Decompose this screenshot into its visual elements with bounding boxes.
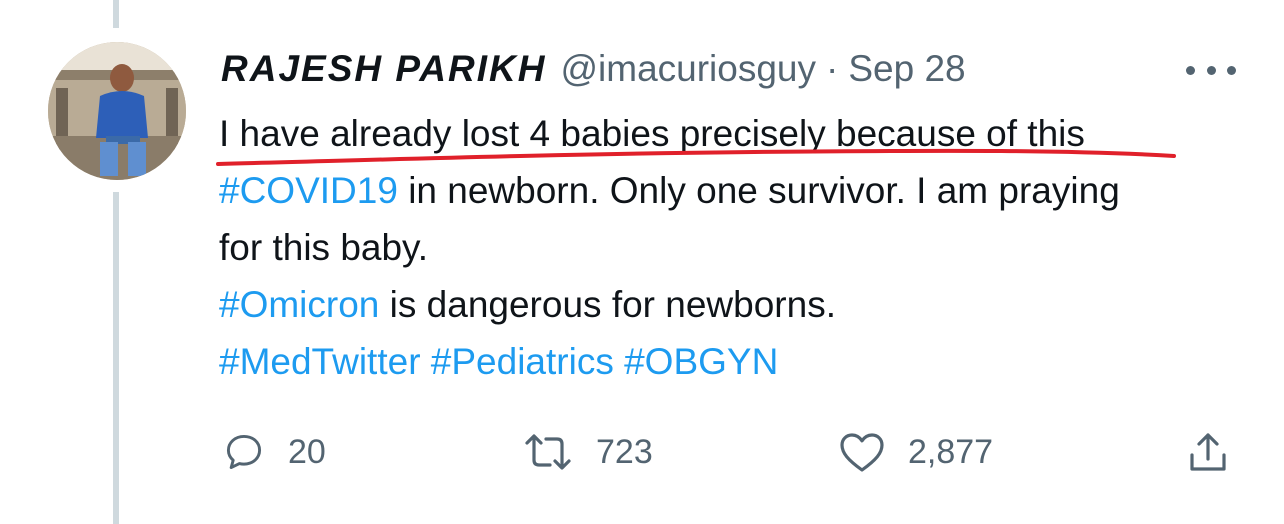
reply-icon [226,434,262,470]
more-dots-icon [1206,65,1216,75]
thread-line-bottom [113,192,119,524]
avatar-photo [48,42,186,180]
tweet-line: I have already lost 4 babies precisely b… [219,105,1269,162]
more-dots-icon [1186,65,1195,75]
share-button[interactable] [1186,426,1230,478]
tweet-line: for this baby. [219,219,1269,276]
more-dots-icon [1227,65,1236,75]
reply-button[interactable]: 20 [222,426,326,478]
hashtag-link[interactable]: #Pediatrics [431,341,614,382]
tweet-line: #Omicron is dangerous for newborns. [219,276,1269,333]
tweet-date[interactable]: Sep 28 [848,48,965,90]
tweet-text-segment: I have already lost 4 babies precisely b… [219,113,1085,154]
tweet-header: RAJESH PARIKH @imacuriosguy · Sep 28 [221,48,966,94]
tweet-text: I have already lost 4 babies precisely b… [219,105,1269,390]
tweet-line: #MedTwitter #Pediatrics #OBGYN [219,333,1269,390]
separator-dot: · [826,48,839,89]
share-icon [1190,433,1226,471]
thread-line-top [113,0,119,28]
like-button[interactable]: 2,877 [838,426,993,478]
avatar[interactable] [48,42,186,180]
hashtag-link[interactable]: #MedTwitter [219,341,421,382]
hashtag-link[interactable]: #COVID19 [219,170,398,211]
tweet-line: #COVID19 in newborn. Only one survivor. … [219,162,1269,219]
hashtag-link[interactable]: #Omicron [219,284,379,325]
heart-icon [840,433,884,472]
retweet-button[interactable]: 723 [522,426,653,478]
tweet-text-segment: is dangerous for newborns. [379,284,836,325]
tweet-text-segment: in newborn. Only one survivor. I am pray… [397,170,1120,211]
tweet-text-segment: for this baby. [219,227,429,268]
author-handle[interactable]: @imacuriosguy [560,48,816,90]
more-options-button[interactable] [1186,52,1236,88]
like-count: 2,877 [908,432,994,471]
retweet-count: 723 [596,432,653,471]
tweet-text-segment [614,341,624,382]
retweet-icon [525,434,571,470]
hashtag-link[interactable]: #OBGYN [624,341,778,382]
author-name[interactable]: RAJESH PARIKH [221,48,546,90]
tweet-text-segment [421,341,431,382]
reply-count: 20 [288,432,326,471]
